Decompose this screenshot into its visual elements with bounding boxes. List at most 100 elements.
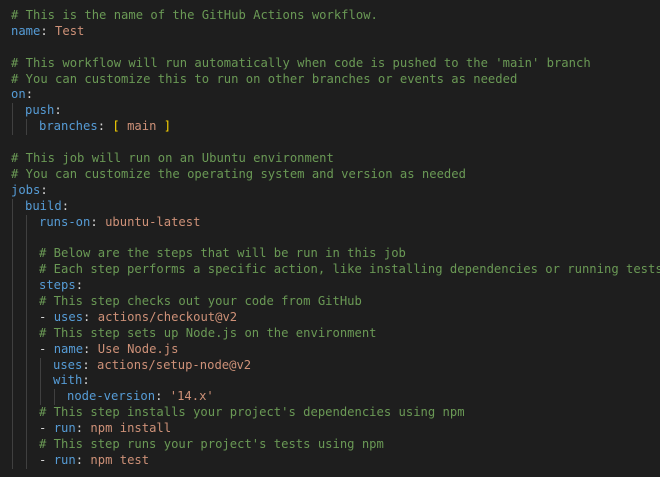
code-token: actions/checkout@v2 <box>97 309 238 324</box>
indent-guide <box>11 198 25 215</box>
code-token: name <box>53 341 84 356</box>
indent-guide <box>25 325 39 342</box>
code-line[interactable]: # This is the name of the GitHub Actions… <box>0 8 660 24</box>
code-line[interactable] <box>0 135 660 151</box>
code-line[interactable]: # This job will run on an Ubuntu environ… <box>0 151 660 167</box>
indent-guide <box>25 309 39 326</box>
code-line[interactable]: # This step checks out your code from Gi… <box>0 294 660 310</box>
indent-guide <box>25 294 39 310</box>
code-line[interactable]: with: <box>0 373 660 390</box>
code-line[interactable]: name: Test <box>0 24 660 40</box>
code-line[interactable]: - run: npm test <box>0 452 660 469</box>
indent-guide <box>25 246 39 263</box>
code-token: jobs <box>11 182 41 197</box>
code-line[interactable]: # You can customize this to run on other… <box>0 72 660 88</box>
code-line[interactable]: branches: [ main ] <box>0 119 660 136</box>
code-line[interactable]: - name: Use Node.js <box>0 341 660 358</box>
code-token: npm test <box>90 452 150 467</box>
code-token: uses <box>53 357 83 372</box>
indent-guide <box>11 309 25 326</box>
indent-guide <box>11 246 25 263</box>
indent-guide <box>11 373 25 390</box>
indent-guide <box>25 119 39 136</box>
code-line[interactable]: # You can customize the operating system… <box>0 167 660 183</box>
code-token: - <box>39 421 54 436</box>
code-line[interactable]: node-version: '14.x' <box>0 389 660 406</box>
indent-guide <box>25 452 39 469</box>
code-line[interactable] <box>0 230 660 247</box>
code-editor[interactable]: # This is the name of the GitHub Actions… <box>0 0 660 477</box>
code-token: : <box>82 373 90 388</box>
code-token: : <box>155 389 170 404</box>
code-line[interactable]: # This workflow will run automatically w… <box>0 56 660 72</box>
code-line[interactable]: - uses: actions/checkout@v2 <box>0 309 660 326</box>
indent-guide <box>25 373 39 390</box>
code-line[interactable]: # This step sets up Node.js on the envir… <box>0 325 660 342</box>
indent-guide <box>11 389 25 406</box>
code-token: - <box>39 309 54 324</box>
code-token: : <box>75 278 84 293</box>
code-token: - <box>39 452 54 467</box>
indent-guide <box>11 325 25 342</box>
code-line[interactable]: steps: <box>0 278 660 294</box>
indent-guide <box>25 421 39 437</box>
indent-guide <box>39 357 53 374</box>
indent-guide <box>11 341 25 358</box>
indent-guide <box>53 389 67 406</box>
code-token: on <box>11 87 26 102</box>
code-token: actions/setup-node@v2 <box>97 357 252 372</box>
indent-guide <box>11 452 25 469</box>
code-token: : <box>75 452 91 467</box>
code-token: : <box>83 309 98 324</box>
code-token: - <box>39 341 54 356</box>
code-line[interactable]: # This step installs your project's depe… <box>0 405 660 422</box>
code-line[interactable]: build: <box>0 198 660 215</box>
indent-guide <box>11 278 25 294</box>
code-token: run <box>53 421 76 436</box>
indent-guide <box>11 119 25 136</box>
code-token: # This workflow will run automatically w… <box>11 55 591 70</box>
indent-guide <box>11 421 25 437</box>
indent-guide <box>39 373 53 390</box>
code-token: Use Node.js <box>97 341 179 356</box>
indent-guide <box>25 341 39 358</box>
indent-guide <box>11 357 25 374</box>
code-token: : <box>54 103 62 118</box>
code-token: with <box>53 373 83 388</box>
code-token: npm install <box>90 421 172 436</box>
code-line[interactable]: # Below are the steps that will be run i… <box>0 246 660 263</box>
code-token: '14.x' <box>169 389 214 404</box>
code-line[interactable]: runs-on: ubuntu-latest <box>0 214 660 231</box>
code-line[interactable]: # This step runs your project's tests us… <box>0 437 660 453</box>
code-token: steps <box>39 278 76 293</box>
code-token: ubuntu-latest <box>105 214 201 229</box>
code-token: : <box>61 198 70 213</box>
code-token: # This step installs your project's depe… <box>39 405 465 420</box>
code-token: # This step sets up Node.js on the envir… <box>39 325 377 340</box>
indent-guide <box>25 357 39 374</box>
code-token: # This job will run on an Ubuntu environ… <box>11 151 334 166</box>
code-line[interactable]: push: <box>0 103 660 120</box>
code-line[interactable]: # Each step performs a specific action, … <box>0 262 660 279</box>
code-token: runs-on <box>39 214 91 229</box>
code-line[interactable] <box>0 40 660 56</box>
code-token: # This step runs your project's tests us… <box>39 437 384 452</box>
code-line[interactable]: jobs: <box>0 183 660 199</box>
code-token: Test <box>55 23 85 38</box>
indent-guide <box>25 230 39 247</box>
indent-guide <box>25 405 39 422</box>
code-token: : <box>90 214 106 229</box>
code-line[interactable]: on: <box>0 87 660 103</box>
code-token: [ <box>112 119 120 134</box>
indent-guide <box>11 262 25 279</box>
code-token: # This step checks out your code from Gi… <box>39 294 362 309</box>
code-token: build <box>25 198 62 213</box>
indent-guide <box>11 405 25 422</box>
indent-guide <box>11 230 25 247</box>
code-token: # You can customize the operating system… <box>11 166 466 181</box>
code-line[interactable]: - run: npm install <box>0 421 660 437</box>
code-token: branches <box>39 119 98 134</box>
code-token: run <box>53 452 76 467</box>
indent-guide <box>11 437 25 453</box>
code-line[interactable]: uses: actions/setup-node@v2 <box>0 357 660 374</box>
